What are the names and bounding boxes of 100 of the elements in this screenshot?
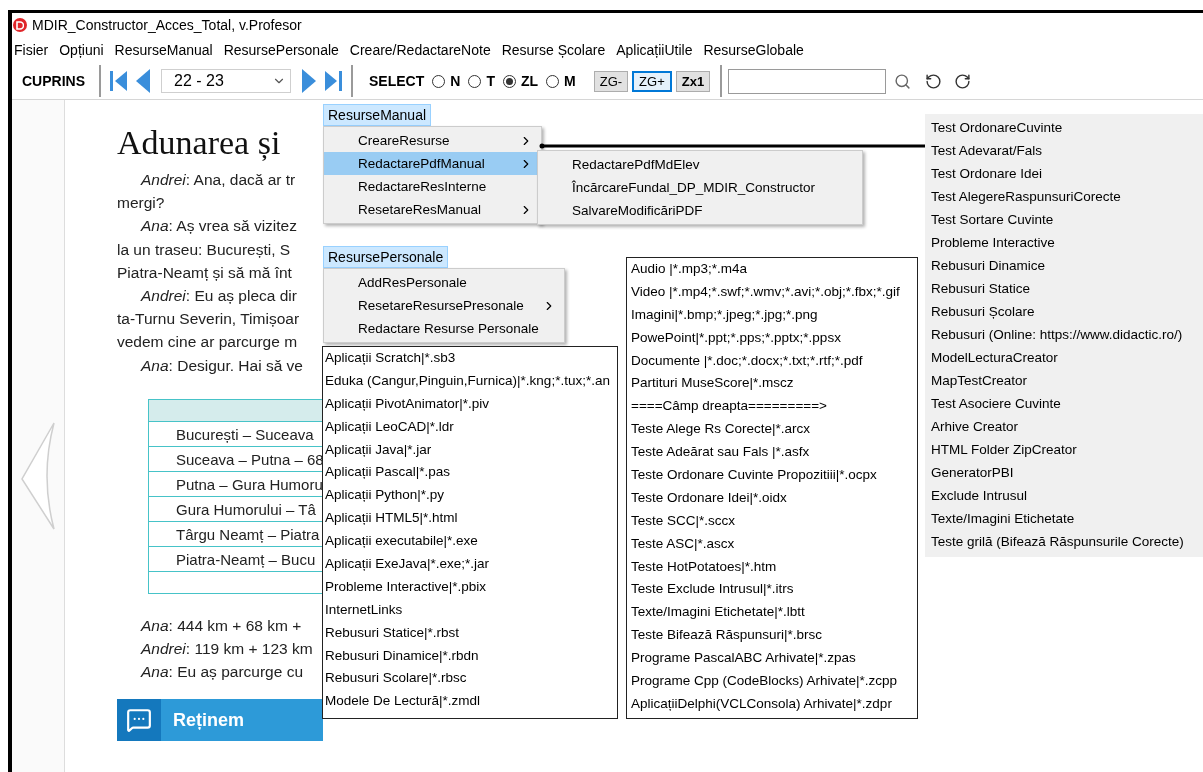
menu-title[interactable]: ResurseManual — [323, 104, 432, 126]
select-label: SELECT — [368, 73, 426, 89]
list-item[interactable]: Exclude Intrusul — [931, 484, 1203, 507]
menu-item[interactable]: Redactare Resurse Personale — [324, 317, 564, 340]
search-field[interactable] — [728, 68, 887, 94]
menu-item[interactable]: Opțiuni — [57, 40, 106, 60]
list-item[interactable]: Probleme Interactive|*.pbix — [325, 575, 615, 599]
list-item[interactable]: InternetLinks — [325, 598, 615, 622]
view-mode-radio[interactable]: M — [546, 73, 576, 89]
list-item[interactable]: Test Ordonare Idei — [931, 162, 1203, 185]
menu-item[interactable]: ResursePersonale — [221, 40, 341, 60]
contents-label[interactable]: CUPRINS — [12, 73, 93, 89]
menu-item[interactable]: Resurse Școlare — [499, 40, 608, 60]
menu-item[interactable]: Creare/RedactareNote — [347, 40, 493, 60]
page-title: Adunarea și — [117, 124, 281, 162]
menu-item[interactable]: ResetareResursePresonale — [324, 294, 564, 317]
zoom-button[interactable]: ZG- — [593, 70, 629, 92]
list-item[interactable]: Modele De Lectură|*.zmdl — [325, 690, 615, 714]
banner-title: Reținem — [173, 709, 244, 731]
list-item[interactable]: Rebusuri Școlare — [931, 300, 1203, 323]
page-text: Ana: 444 km + 68 km + — [139, 615, 302, 636]
list-item[interactable]: Aplicații PivotAnimator|*.piv — [325, 392, 615, 416]
list-item[interactable]: Aplicații executabile|*.exe — [325, 530, 615, 553]
list-item[interactable]: Teste grilă (Bifează Răspunsurile Corecte) — [931, 530, 1203, 553]
list-item[interactable]: Probleme Interactive — [931, 231, 1203, 254]
list-item[interactable]: Teste Adeărat sau Fals |*.asfx — [631, 441, 915, 464]
list-item[interactable]: Teste SCC|*.sccx — [631, 509, 915, 533]
rotate-right-icon[interactable] — [954, 72, 972, 90]
list-item[interactable]: Teste Bifează Răspunsuri|*.brsc — [631, 624, 915, 648]
list-item[interactable]: Arhive Creator — [931, 415, 1203, 438]
menu-item[interactable]: ResurseManual — [112, 40, 215, 60]
menu-item[interactable]: RedactareResInterne — [324, 175, 541, 198]
list-item[interactable]: HTML Folder ZipCreator — [931, 438, 1203, 461]
page-select[interactable]: 22 - 23 — [161, 69, 291, 93]
list-item[interactable]: Programe Cpp (CodeBlocks) Arhivate|*.zcpp — [631, 670, 915, 693]
app-logo-icon — [13, 18, 27, 32]
list-item[interactable]: Texte/Imagini Etichetate|*.lbtt — [631, 601, 915, 625]
view-mode-radio[interactable]: ZL — [502, 73, 539, 89]
menu-item[interactable]: ÎncărcareFundal_DP_MDIR_Constructor — [538, 176, 862, 199]
list-item[interactable]: Teste ASC|*.ascx — [631, 532, 915, 556]
chat-icon — [126, 707, 152, 734]
list-item[interactable]: Audio |*.mp3;*.m4a — [631, 258, 915, 281]
list-item[interactable]: Test Adevarat/Fals — [931, 139, 1203, 162]
view-mode-radio[interactable]: N — [432, 73, 461, 89]
list-item[interactable]: Teste Alege Rs Corecte|*.arcx — [631, 418, 915, 442]
list-item[interactable]: ====Câmp dreapta=========> — [631, 395, 915, 419]
menu-item[interactable]: SalvareModificăriPDF — [538, 199, 862, 222]
window-title: MDIR_Constructor_Acces_Total, v.Profesor — [32, 17, 302, 33]
list-item[interactable]: Aplicații Scratch|*.sb3 — [325, 347, 615, 370]
zoom-button[interactable]: ZG+ — [632, 70, 672, 92]
list-item[interactable]: Imagini|*.bmp;*.jpeg;*.jpg;*.png — [631, 303, 915, 327]
menu-item[interactable]: AplicațiiUtile — [614, 40, 695, 60]
list-item[interactable]: Programe PascalABC Arhivate|*.zpas — [631, 647, 915, 671]
list-item[interactable]: Rebusuri Statice|*.rbst — [325, 621, 615, 645]
list-item[interactable]: Aplicații ExeJava|*.exe;*.jar — [325, 553, 615, 576]
menu-title[interactable]: ResursePersonale — [323, 246, 449, 268]
list-item[interactable]: GeneratorPBI — [931, 461, 1203, 484]
rotate-left-icon[interactable] — [925, 72, 943, 90]
zoom-button[interactable]: Zx1 — [675, 70, 711, 92]
search-icon[interactable] — [894, 72, 912, 90]
list-item[interactable]: Teste Ordonare Cuvinte Propozitiii|*.ocpx — [631, 464, 915, 487]
list-item[interactable]: Test Asociere Cuvinte — [931, 392, 1203, 415]
list-item[interactable]: ModelLecturaCreator — [931, 346, 1203, 369]
menu-item[interactable]: RedactarePdfMdElev — [538, 153, 862, 176]
list-item[interactable]: Teste Ordonare Idei|*.oidx — [631, 486, 915, 510]
page-text: Andrei: Eu aș pleca dir — [139, 286, 297, 306]
list-item[interactable]: Test AlegereRaspunsuriCorecte — [931, 185, 1203, 208]
list-item[interactable]: Rebusuri Statice — [931, 277, 1203, 300]
list-item[interactable]: Partituri MuseScore|*.mscz — [631, 372, 915, 396]
list-item[interactable]: Aplicații Java|*.jar — [325, 438, 615, 462]
menu-item[interactable]: CreareResurse — [324, 129, 541, 152]
page-text: Andrei: 119 km + 123 km — [139, 639, 313, 660]
list-item[interactable]: PowePoint|*.ppt;*.pps;*.pptx;*.ppsx — [631, 326, 915, 350]
menu-item[interactable]: ResetareResManual — [324, 198, 541, 221]
list-item[interactable]: Aplicații Pascal|*.pas — [325, 461, 615, 485]
list-item[interactable]: AplicațiiDelphi(VCLConsola) Arhivate|*.zdpr — [631, 692, 915, 716]
view-mode-radio[interactable]: T — [468, 73, 495, 89]
menu-item[interactable]: AddResPersonale — [324, 271, 564, 294]
list-item[interactable]: Teste Exclude Intrusul|*.itrs — [631, 578, 915, 602]
list-item[interactable]: Video |*.mp4;*.swf;*.wmv;*.avi;*.obj;*.fbx;*.gif — [631, 280, 915, 304]
menu-item[interactable]: Fisier — [12, 40, 51, 60]
list-item[interactable]: Rebusuri Scolare|*.rbsc — [325, 667, 615, 691]
list-item[interactable]: Documente |*.doc;*.docx;*.txt;*.rtf;*.pdf — [631, 349, 915, 373]
list-item[interactable]: Texte/Imagini Etichetate — [931, 507, 1203, 530]
list-item[interactable]: Test OrdonareCuvinte — [931, 116, 1203, 139]
list-item[interactable]: Rebusuri (Online: https://www.didactic.ro/) — [931, 323, 1203, 346]
page-text: ta-Turnu Severin, Timișoar — [117, 309, 300, 330]
page-text: Piatra-Neamț și să mă înt — [117, 262, 292, 283]
list-item[interactable]: Aplicații Python|*.py — [325, 484, 615, 508]
list-item[interactable]: MapTestCreator — [931, 369, 1203, 392]
page-text: Ana: Desigur. Hai să ve — [139, 355, 303, 376]
menu-item[interactable]: ResurseGlobale — [701, 40, 806, 60]
list-item[interactable]: Eduka (Cangur,Pinguin,Furnica)|*.kng;*.tux;*.an — [325, 369, 615, 393]
list-item[interactable]: Aplicații HTML5|*.html — [325, 507, 615, 531]
list-item[interactable]: Rebusuri Dinamice — [931, 254, 1203, 277]
list-item[interactable]: Test Sortare Cuvinte — [931, 208, 1203, 231]
page-text: vedem cine ar parcurge m — [117, 332, 298, 353]
list-item[interactable]: Teste HotPotatoes|*.htm — [631, 555, 915, 579]
list-item[interactable]: Aplicații LeoCAD|*.ldr — [325, 415, 615, 439]
list-item[interactable]: Rebusuri Dinamice|*.rbdn — [325, 644, 615, 668]
